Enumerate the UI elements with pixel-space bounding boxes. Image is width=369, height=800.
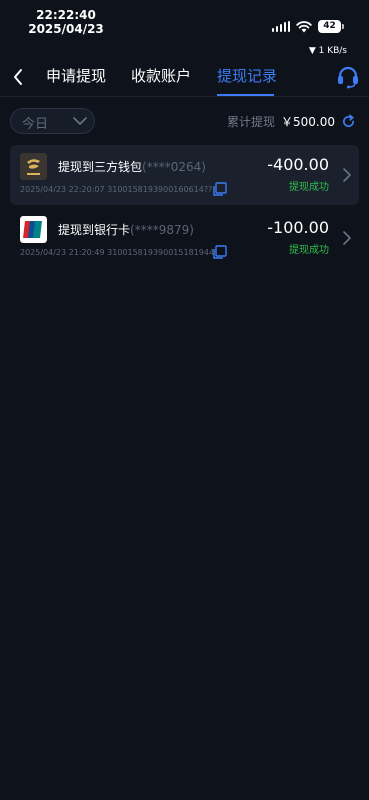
record-amount: -400.00 [267, 155, 329, 174]
record-status: 提现成功 [289, 182, 329, 193]
wallet-logo-icon [20, 153, 47, 180]
date-filter-dropdown[interactable]: 今日 [10, 108, 95, 134]
network-speed: ▼ 1 KB/s [308, 46, 347, 56]
status-bar: 22:22:40 2025/04/23 42 ▼ 1 KB/s [0, 0, 369, 58]
chevron-right-icon [343, 231, 351, 245]
chevron-right-icon [343, 168, 351, 182]
status-icons: 42 [271, 18, 344, 34]
record-meta: 2025/04/23 21:20:49 31001581939001518194… [20, 248, 214, 257]
record-account-masked: (****0264) [142, 160, 206, 174]
total-withdrawn: 累计提现 ￥500.00 [227, 112, 356, 130]
status-date: 2025/04/23 [28, 22, 104, 36]
refresh-icon[interactable] [341, 114, 356, 129]
record-title: 提现到三方钱包(****0264) [58, 158, 206, 175]
record-datetime: 2025/04/23 21:20:49 [20, 248, 105, 257]
back-icon[interactable] [8, 66, 30, 88]
record-datetime: 2025/04/23 22:20:07 [20, 185, 105, 194]
battery-icon: 42 [318, 19, 344, 33]
nav-bar: 申请提现 收款账户 提现记录 [0, 58, 369, 97]
copy-icon[interactable] [212, 182, 227, 197]
tab-withdraw-records[interactable]: 提现记录 [217, 66, 277, 86]
record-meta: 2025/04/23 22:20:07 3100158193900160614?… [20, 185, 212, 194]
tab-payee-accounts[interactable]: 收款账户 [131, 66, 191, 86]
total-withdrawn-label: 累计提现 [226, 114, 275, 129]
withdraw-record-item[interactable]: 提现到银行卡(****9879) 2025/04/23 21:20:49 310… [10, 208, 359, 268]
status-time: 22:22:40 [36, 8, 96, 22]
chevron-down-icon [73, 117, 87, 125]
record-title-text: 提现到银行卡 [58, 223, 131, 237]
tab-apply-withdraw[interactable]: 申请提现 [46, 66, 106, 86]
record-account-masked: (****9879) [130, 223, 194, 237]
record-title: 提现到银行卡(****9879) [58, 221, 194, 238]
active-tab-indicator [217, 94, 274, 96]
record-order-number: 3100158193900160614?? [107, 185, 213, 194]
unionpay-icon [20, 216, 47, 243]
record-title-text: 提现到三方钱包 [58, 160, 143, 174]
wifi-icon [296, 20, 312, 32]
record-amount: -100.00 [267, 218, 329, 237]
copy-icon[interactable] [212, 245, 227, 260]
withdraw-record-item[interactable]: 提现到三方钱包(****0264) 2025/04/23 22:20:07 31… [10, 145, 359, 205]
total-withdrawn-value: ￥500.00 [281, 114, 335, 129]
date-filter-value: 今日 [22, 117, 49, 132]
record-status: 提现成功 [289, 245, 329, 256]
record-order-number: 310015819390015181944 [107, 248, 215, 257]
signal-icon [271, 20, 290, 32]
customer-service-icon[interactable] [335, 64, 361, 90]
